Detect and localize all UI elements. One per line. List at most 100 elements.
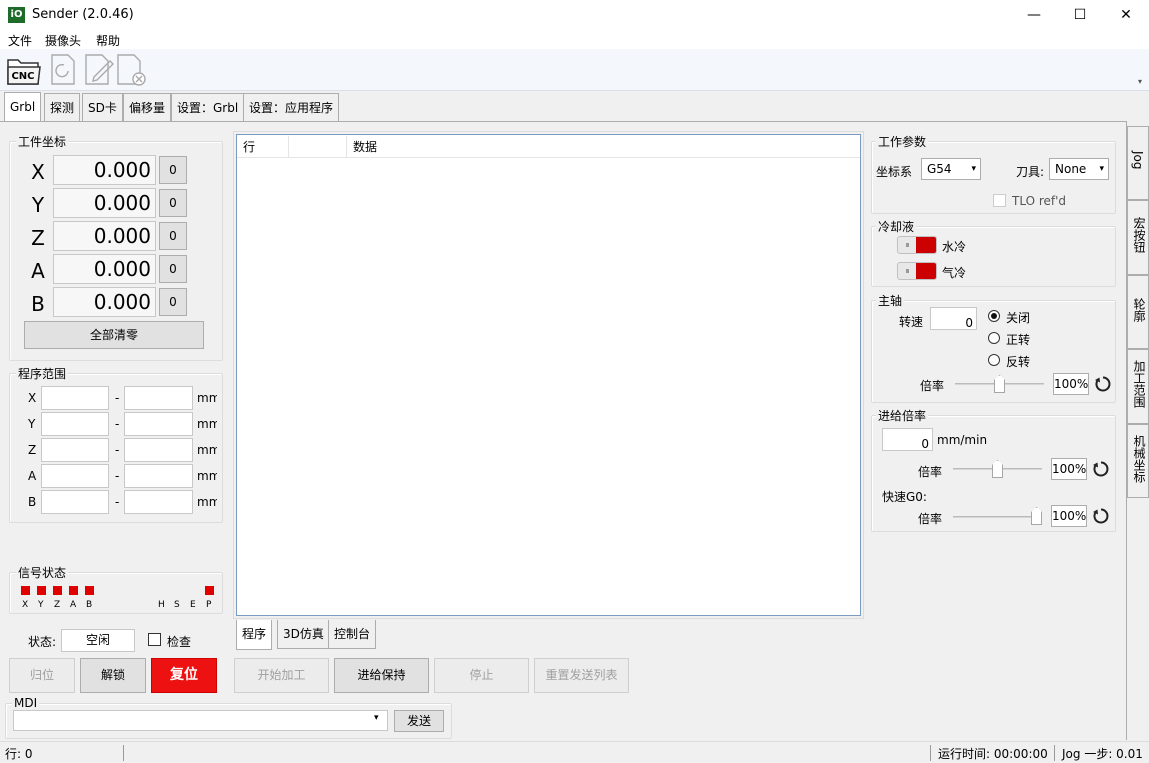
clear-all-button[interactable]: 全部清零 — [24, 321, 204, 349]
axis-b-label: B — [31, 292, 45, 316]
range-b-max[interactable] — [124, 490, 193, 514]
menu-help[interactable]: 帮助 — [96, 32, 120, 49]
coord-system-select[interactable]: G54 ▾ — [921, 158, 981, 180]
col-data-header[interactable]: 数据 — [347, 136, 860, 158]
side-tab-macros[interactable]: 宏按钮 — [1127, 200, 1149, 275]
edit-file-icon[interactable] — [80, 51, 116, 87]
spindle-cw-radio[interactable] — [988, 332, 1000, 344]
rewind-button[interactable]: 重置发送列表 — [534, 658, 629, 693]
start-button[interactable]: 开始加工 — [234, 658, 329, 693]
unlock-button[interactable]: 解锁 — [80, 658, 146, 693]
feed-rate-unit: mm/min — [937, 433, 988, 447]
status-line: 行: 0 — [5, 747, 33, 761]
range-x-min[interactable] — [41, 386, 109, 410]
range-b-dash: - — [115, 495, 120, 509]
range-b-min[interactable] — [41, 490, 109, 514]
side-tab-bounds[interactable]: 加工范围 — [1127, 349, 1149, 424]
program-grid[interactable]: 行 数据 — [236, 134, 861, 616]
maximize-button[interactable]: ☐ — [1057, 0, 1103, 31]
spindle-off-radio[interactable] — [988, 310, 1000, 322]
tlo-checkbox[interactable] — [993, 194, 1006, 207]
tool-select[interactable]: None ▾ — [1049, 158, 1109, 180]
zero-a-button[interactable]: 0 — [159, 255, 187, 283]
toolbar-overflow-icon[interactable]: ▾ — [1138, 77, 1142, 86]
zero-y-button[interactable]: 0 — [159, 189, 187, 217]
check-mode-checkbox[interactable] — [148, 633, 161, 646]
zero-z-button[interactable]: 0 — [159, 222, 187, 250]
rapid-reset-icon[interactable] — [1092, 507, 1110, 525]
chevron-down-icon: ▾ — [1099, 164, 1104, 174]
tab-console[interactable]: 控制台 — [328, 620, 377, 649]
range-z-label: Z — [28, 443, 37, 457]
range-y-dash: - — [115, 417, 120, 431]
program-range-title: 程序范围 — [16, 365, 69, 382]
mdi-input[interactable] — [13, 710, 388, 731]
reload-icon[interactable] — [46, 51, 82, 87]
range-a-min[interactable] — [41, 464, 109, 488]
side-tab-machine-pos[interactable]: 机械坐标 — [1127, 424, 1149, 498]
signal-led-x — [21, 586, 30, 595]
flood-toggle[interactable] — [897, 236, 937, 254]
close-file-icon[interactable] — [114, 51, 150, 87]
range-b-label: B — [28, 495, 37, 509]
side-tab-outline[interactable]: 轮廓 — [1127, 275, 1149, 349]
zero-b-button[interactable]: 0 — [159, 288, 187, 316]
menu-file[interactable]: 文件 — [8, 32, 32, 49]
range-y-min[interactable] — [41, 412, 109, 436]
side-tab-machine-pos-label: 机械坐标 — [1132, 435, 1146, 483]
spindle-rpm-input[interactable]: 0 — [930, 307, 977, 330]
signal-label-h: H — [158, 600, 165, 610]
status-jog-step: Jog 一步: 0.01 — [1062, 747, 1143, 761]
menu-camera[interactable]: 摄像头 — [45, 32, 81, 49]
close-button[interactable]: ✕ — [1103, 0, 1149, 31]
tab-program[interactable]: 程序 — [236, 620, 273, 650]
tab-grbl[interactable]: Grbl — [4, 92, 42, 122]
status-runtime: 运行时间: 00:00:00 — [938, 747, 1048, 761]
range-y-max[interactable] — [124, 412, 193, 436]
reset-button[interactable]: 复位 — [151, 658, 217, 693]
mist-toggle[interactable] — [897, 262, 937, 280]
feed-reset-icon[interactable] — [1092, 460, 1110, 478]
mdi-dropdown-icon[interactable]: ▾ — [374, 713, 379, 723]
side-tab-jog[interactable]: Jog — [1127, 126, 1149, 200]
status-separator — [1054, 745, 1055, 761]
range-a-max[interactable] — [124, 464, 193, 488]
tab-3d-view[interactable]: 3D仿真 — [277, 620, 330, 649]
spindle-ccw-label: 反转 — [1006, 355, 1031, 369]
home-button[interactable]: 归位 — [9, 658, 75, 693]
coord-system-value: G54 — [927, 162, 952, 176]
range-z-dash: - — [115, 443, 120, 457]
tab-offsets[interactable]: 偏移量 — [123, 93, 172, 122]
tab-probe[interactable]: 探测 — [44, 93, 81, 122]
feed-override-value[interactable]: 100% — [1051, 458, 1087, 480]
send-button[interactable]: 发送 — [394, 710, 444, 732]
tab-settings-grbl[interactable]: 设置：Grbl — [171, 93, 245, 122]
signal-led-b — [85, 586, 94, 595]
toolbar: CNC ▾ — [0, 49, 1149, 91]
range-x-max[interactable] — [124, 386, 193, 410]
tab-settings-app[interactable]: 设置：应用程序 — [243, 93, 340, 122]
zero-x-button[interactable]: 0 — [159, 156, 187, 184]
spindle-ccw-radio[interactable] — [988, 354, 1000, 366]
signal-led-z — [53, 586, 62, 595]
mdi-label: MDI — [12, 696, 40, 710]
spindle-reset-icon[interactable] — [1094, 375, 1112, 393]
stop-button[interactable]: 停止 — [434, 658, 529, 693]
minimize-button[interactable]: — — [1011, 0, 1057, 31]
dro-y: 0.000 — [53, 188, 156, 218]
spindle-override-value[interactable]: 100% — [1053, 373, 1089, 395]
dro-x: 0.000 — [53, 155, 156, 185]
window-title: Sender (2.0.46) — [32, 7, 134, 22]
axis-z-label: Z — [31, 226, 45, 250]
tab-sd-card[interactable]: SD卡 — [82, 93, 123, 122]
feed-hold-button[interactable]: 进给保持 — [334, 658, 429, 693]
rapid-override-value[interactable]: 100% — [1051, 505, 1087, 527]
range-z-max[interactable] — [124, 438, 193, 462]
signal-title: 信号状态 — [16, 564, 69, 581]
feed-rate-value: 0 — [882, 428, 933, 451]
range-a-label: A — [28, 469, 37, 483]
range-a-unit: mm — [197, 469, 217, 483]
col-line-header[interactable]: 行 — [237, 136, 289, 158]
open-folder-icon[interactable]: CNC — [6, 51, 42, 87]
range-z-min[interactable] — [41, 438, 109, 462]
